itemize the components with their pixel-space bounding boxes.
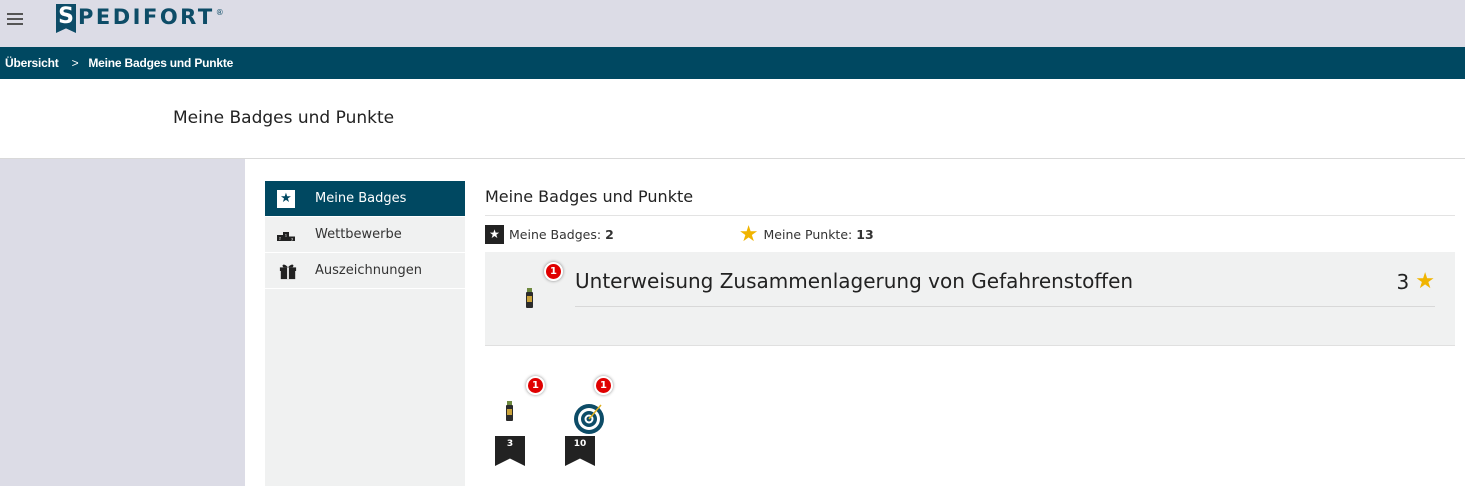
main-content: Meine Badges und Punkte ★ Meine Badges: … bbox=[485, 181, 1455, 346]
gold-star-icon: ★ bbox=[738, 221, 759, 247]
badges-stat: ★ Meine Badges: 2 bbox=[485, 224, 614, 244]
gift-icon bbox=[279, 264, 297, 279]
course-panel[interactable]: 1 Unterweisung Zusammenlagerung von Gefa… bbox=[485, 252, 1455, 346]
notification-badge: 1 bbox=[594, 376, 613, 395]
sidebar: ★ Meine Badges 2 1 3 Wettbewerbe Auszeic… bbox=[265, 181, 465, 486]
notification-badge: 1 bbox=[544, 262, 563, 281]
logo-registered: ® bbox=[215, 8, 224, 17]
points-count: 13 bbox=[856, 226, 874, 242]
brand-logo[interactable]: S PEDIFORT ® bbox=[56, 4, 224, 36]
course-points: 3 ★ bbox=[1397, 269, 1435, 294]
target-icon bbox=[574, 404, 604, 434]
star-icon: ★ bbox=[485, 224, 504, 244]
star-icon: ★ bbox=[277, 189, 295, 208]
sidebar-item-meine-badges[interactable]: ★ Meine Badges bbox=[265, 181, 465, 217]
sidebar-item-label: Auszeichnungen bbox=[315, 263, 422, 278]
gold-star-icon: ★ bbox=[1415, 269, 1435, 294]
bottle-icon bbox=[506, 401, 513, 421]
top-bar: S PEDIFORT ® bbox=[0, 0, 1465, 47]
breadcrumb: Übersicht > Meine Badges und Punkte bbox=[0, 47, 1465, 79]
course-title[interactable]: Unterweisung Zusammenlagerung von Gefahr… bbox=[575, 269, 1133, 293]
divider bbox=[575, 306, 1435, 307]
breadcrumb-separator: > bbox=[71, 56, 79, 70]
logo-text: PEDIFORT bbox=[78, 5, 215, 29]
badge-value-ribbon: 3 bbox=[495, 436, 525, 466]
stats-row: ★ Meine Badges: 2 ★ Meine Punkte: 13 bbox=[485, 216, 1455, 252]
points-label: Meine Punkte: bbox=[763, 226, 853, 242]
page-header: Meine Badges und Punkte bbox=[0, 79, 1465, 159]
bottle-icon bbox=[526, 288, 533, 308]
badges-count: 2 bbox=[605, 226, 614, 242]
breadcrumb-home-link[interactable]: Übersicht bbox=[5, 56, 59, 70]
breadcrumb-current: Meine Badges und Punkte bbox=[88, 56, 234, 70]
points-stat: ★ Meine Punkte: 13 bbox=[738, 221, 874, 247]
course-points-value: 3 bbox=[1396, 269, 1410, 294]
logo-letter: S bbox=[56, 4, 76, 33]
badge-tile[interactable]: 1 3 bbox=[495, 376, 545, 466]
notification-badge: 1 bbox=[526, 376, 545, 395]
content-title: Meine Badges und Punkte bbox=[485, 181, 1455, 216]
page-title: Meine Badges und Punkte bbox=[173, 108, 395, 128]
sidebar-item-label: Meine Badges bbox=[315, 191, 407, 206]
badge-value-ribbon: 10 bbox=[565, 436, 595, 466]
badges-label: Meine Badges: bbox=[509, 226, 602, 242]
podium-icon: 2 1 3 bbox=[277, 231, 295, 241]
menu-icon[interactable] bbox=[7, 13, 23, 25]
badge-tile[interactable]: 1 10 bbox=[565, 376, 613, 466]
sidebar-item-wettbewerbe[interactable]: 2 1 3 Wettbewerbe bbox=[265, 217, 465, 253]
sidebar-item-auszeichnungen[interactable]: Auszeichnungen bbox=[265, 253, 465, 289]
left-spacer bbox=[0, 159, 245, 486]
sidebar-item-label: Wettbewerbe bbox=[315, 227, 402, 242]
